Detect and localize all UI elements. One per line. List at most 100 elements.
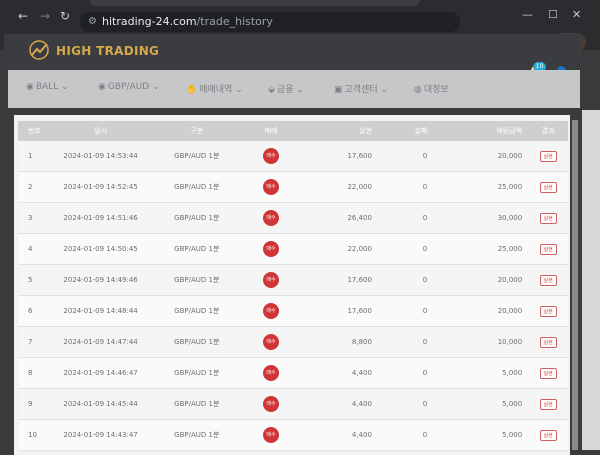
address-bar[interactable]: ⚙ hitrading-24.com/trade_history: [80, 12, 460, 32]
result-badge: 실현: [539, 398, 557, 410]
buy-badge: 매수: [263, 241, 280, 257]
row-type: GBP/AUD 1분: [174, 276, 220, 284]
row-datetime: 2024-01-09 14:49:46: [63, 276, 138, 284]
back-icon[interactable]: ←: [18, 10, 28, 22]
row-fail-cell: 0: [383, 202, 438, 234]
result-badge: 실현: [539, 150, 557, 162]
row-realized: 4,400: [351, 369, 372, 377]
row-type-cell: GBP/AUD 1분: [148, 388, 245, 420]
row-datetime: 2024-01-09 14:50:45: [63, 245, 138, 253]
row-number: 10: [28, 431, 37, 439]
nav-item-gbpaud[interactable]: ◉ GBP/AUD ⌄: [98, 82, 160, 92]
row-bet-amount: 5,000: [502, 400, 523, 408]
brand-name[interactable]: HIGH TRADING: [56, 44, 159, 58]
ball-icon: ◉: [26, 82, 34, 92]
row-number: 9: [28, 400, 33, 408]
row-fail: 0: [422, 338, 428, 346]
col-header-bet: 배팅금액: [437, 121, 529, 141]
row-fail: 0: [422, 431, 428, 439]
row-datetime: 2024-01-09 14:53:44: [63, 152, 138, 160]
row-trade-cell: 매수: [244, 171, 298, 203]
col-header-result: 결과: [528, 121, 568, 141]
row-number: 4: [28, 245, 33, 253]
row-datetime: 2024-01-09 14:43:47: [63, 431, 138, 439]
row-datetime-cell: 2024-01-09 14:52:45: [52, 171, 149, 203]
close-icon[interactable]: ✕: [572, 8, 581, 21]
row-trade-cell: 매수: [244, 357, 298, 389]
row-number: 3: [28, 214, 33, 222]
row-bet-amount-cell: 20,000: [437, 141, 529, 172]
row-datetime-cell: 2024-01-09 14:50:45: [52, 233, 149, 265]
minimize-icon[interactable]: —: [522, 8, 533, 21]
reload-icon[interactable]: ↻: [60, 10, 70, 22]
row-realized: 17,600: [347, 152, 372, 160]
row-realized: 22,000: [347, 183, 372, 191]
row-result-cell: 실현: [528, 202, 568, 234]
row-datetime-cell: 2024-01-09 14:53:44: [52, 141, 149, 172]
row-number: 1: [28, 152, 33, 160]
row-realized-cell: 8,800: [297, 326, 384, 358]
nav-item-finance[interactable]: ⬙ 금융 ⌄: [268, 82, 304, 95]
forward-icon[interactable]: →: [40, 10, 50, 22]
maximize-icon[interactable]: ☐: [548, 8, 558, 21]
row-bet-amount: 20,000: [497, 276, 523, 284]
buy-badge: 매수: [263, 396, 280, 412]
row-bet-amount-cell: 5,000: [437, 419, 529, 451]
row-fail-cell: 0: [383, 141, 438, 172]
row-realized-cell: 17,600: [297, 264, 384, 296]
nav-label: GBP/AUD: [107, 82, 150, 92]
table-row: 2 2024-01-09 14:52:45 GBP/AUD 1분 매수 22,000 0 2…: [18, 171, 568, 203]
row-type: GBP/AUD 1분: [174, 183, 220, 191]
row-trade-cell: 매수: [244, 233, 298, 265]
result-badge: 실현: [539, 212, 557, 224]
row-fail: 0: [422, 276, 428, 284]
scrollbar[interactable]: [572, 120, 578, 450]
row-bet-amount: 5,000: [502, 431, 523, 439]
row-type-cell: GBP/AUD 1분: [148, 419, 245, 451]
row-datetime: 2024-01-09 14:52:45: [63, 183, 138, 191]
row-result-cell: 실현: [528, 141, 568, 172]
row-type-cell: GBP/AUD 1분: [148, 295, 245, 327]
nav-item-ball[interactable]: ◉ BALL ⌄: [26, 82, 69, 92]
row-realized: 26,400: [347, 214, 372, 222]
nav-item-info[interactable]: ◍ 대정보: [414, 82, 449, 95]
finance-icon: ⬙: [268, 85, 275, 95]
col-header-number: 번호: [18, 121, 53, 141]
row-bet-amount-cell: 20,000: [437, 264, 529, 296]
row-type: GBP/AUD 1분: [174, 307, 220, 315]
row-number-cell: 2: [18, 171, 53, 203]
row-type-cell: GBP/AUD 1분: [148, 233, 245, 265]
row-result-cell: 실현: [528, 233, 568, 265]
row-number: 8: [28, 369, 33, 377]
brand-logo-icon[interactable]: [28, 40, 50, 60]
nav-item-support[interactable]: ▣ 고객센터 ⌄: [334, 82, 388, 95]
row-datetime-cell: 2024-01-09 14:48:44: [52, 295, 149, 327]
row-bet-amount-cell: 5,000: [437, 357, 529, 389]
buy-badge: 매수: [263, 148, 280, 164]
row-bet-amount-cell: 5,000: [437, 388, 529, 420]
nav-label: BALL: [35, 82, 59, 92]
site-info-icon[interactable]: ⚙: [88, 12, 97, 32]
buy-badge: 매수: [263, 303, 280, 319]
table-row: 10 2024-01-09 14:43:47 GBP/AUD 1분 매수 4,400 0 5…: [18, 419, 568, 451]
table-row: 5 2024-01-09 14:49:46 GBP/AUD 1분 매수 17,600 0 2…: [18, 264, 568, 296]
table-row: 6 2024-01-09 14:48:44 GBP/AUD 1분 매수 17,600 0 2…: [18, 295, 568, 327]
address-text: hitrading-24.com/trade_history: [102, 12, 273, 32]
row-realized-cell: 22,000: [297, 233, 384, 265]
row-trade-cell: 매수: [244, 295, 298, 327]
nav-item-trade-history[interactable]: ✋ 매매내역 ⌄: [186, 82, 243, 95]
row-type: GBP/AUD 1분: [174, 431, 220, 439]
row-number-cell: 9: [18, 388, 53, 420]
result-badge: 실현: [539, 336, 557, 348]
table-header-row: 번호 일시 구분 매매 실현 실패 배팅금액 결과: [18, 121, 568, 141]
col-header-trade: 매매: [244, 121, 298, 141]
row-fail: 0: [422, 183, 428, 191]
row-datetime: 2024-01-09 14:45:44: [63, 400, 138, 408]
row-bet-amount-cell: 10,000: [437, 326, 529, 358]
row-result-cell: 실현: [528, 171, 568, 203]
exchange-icon: ◉: [98, 82, 106, 92]
row-number: 7: [28, 338, 33, 346]
support-icon: ▣: [334, 85, 343, 95]
buy-badge: 매수: [263, 179, 280, 195]
row-result-cell: 실현: [528, 357, 568, 389]
